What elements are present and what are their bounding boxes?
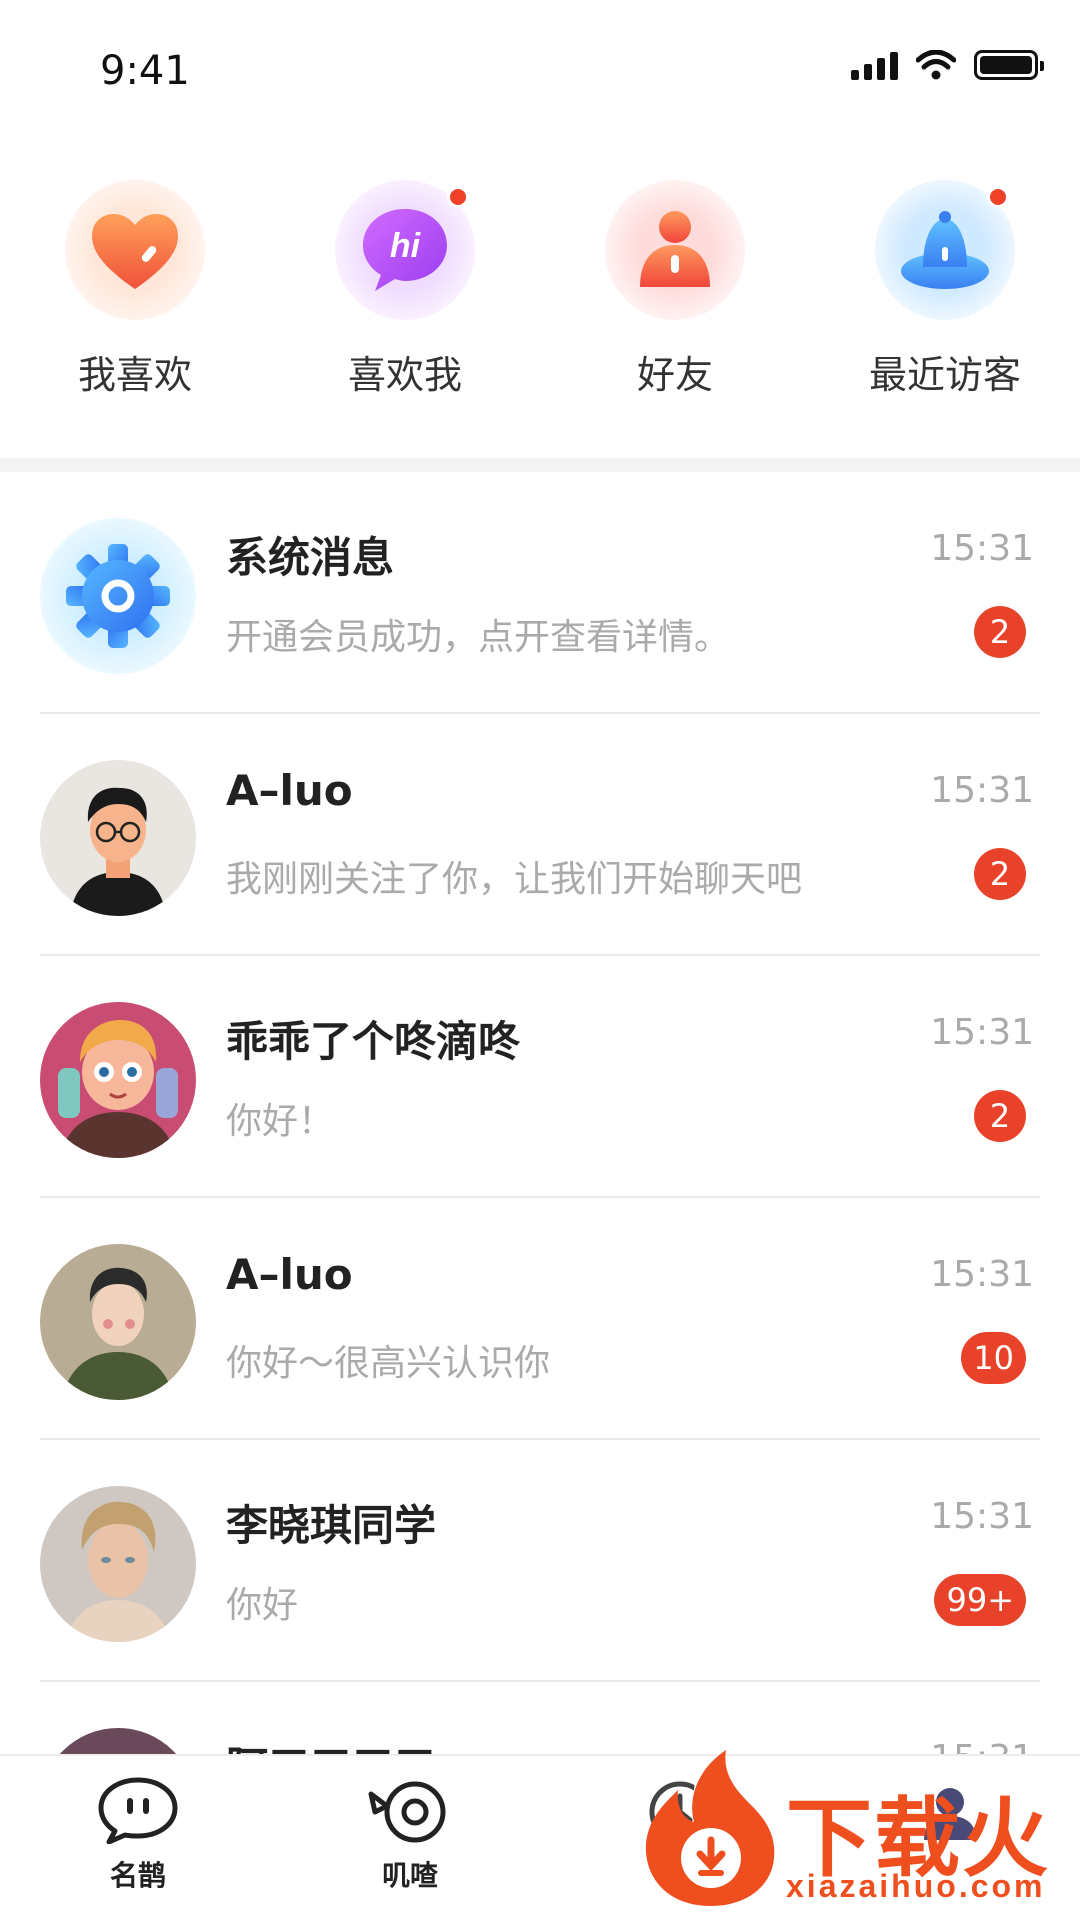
message-time: 15:31 [930,1496,1034,1537]
unread-badge: 2 [974,1090,1026,1142]
chat-bubble-icon [98,1777,178,1844]
quick-entries: 我喜欢 hi 喜欢我 好友 最近访客 [0,180,1080,397]
notification-dot [447,186,469,208]
quick-entry-likes-me[interactable]: hi 喜欢我 [305,180,505,399]
fire-logo-icon [645,1750,775,1906]
quick-entry-label: 喜欢我 [347,353,462,397]
message-sender: A–luo [226,766,353,815]
unread-badge: 99+ [934,1574,1026,1626]
message-sender: 李晓琪同学 [226,1501,437,1550]
status-time: 9:41 [100,48,190,94]
user-avatar [40,760,196,916]
message-row-system[interactable]: 系统消息 15:31 开通会员成功，点开查看详情。 2 [0,472,1080,714]
quick-entry-i-like[interactable]: 我喜欢 [35,180,235,399]
message-preview: 你好 [226,1585,299,1626]
unread-badge: 2 [974,848,1026,900]
svg-text:hi: hi [390,227,422,265]
tab-label: 名鹊 [109,1859,166,1892]
message-preview: 我刚刚关注了你，让我们开始聊天吧 [226,859,803,900]
message-preview: 你好～很高兴认识你 [226,1343,551,1384]
user-avatar [40,1244,196,1400]
message-time: 15:31 [930,1254,1034,1295]
unread-badge: 10 [961,1332,1026,1384]
quick-entry-recent-visitors[interactable]: 最近访客 [845,180,1045,399]
quick-entry-label: 我喜欢 [77,353,192,397]
user-avatar [40,1486,196,1642]
message-sender: 阿五五五五 [226,1734,436,1754]
tab-mingque[interactable]: 名鹊 [48,1776,228,1894]
cellular-signal-icon [851,50,898,80]
message-time: 15:31 [930,528,1034,569]
tab-label: 叽喳 [381,1859,438,1892]
notification-dot [987,186,1009,208]
user-avatar [40,1002,196,1158]
message-row[interactable]: A–luo 15:31 我刚刚关注了你，让我们开始聊天吧 2 [0,714,1080,956]
quick-entry-label: 最近访客 [868,353,1021,397]
message-time: 15:31 [930,770,1034,811]
unread-badge: 2 [974,606,1026,658]
bird-icon [368,1781,446,1843]
quick-entry-friends[interactable]: 好友 [575,180,775,399]
message-row[interactable]: 李晓琪同学 15:31 你好 99+ [0,1440,1080,1682]
gear-icon [66,544,170,648]
hi-bubble-icon: hi [363,209,447,291]
wifi-icon [916,50,956,80]
message-list[interactable]: 系统消息 15:31 开通会员成功，点开查看详情。 2 A–luo 15:31 … [0,472,1080,1754]
avatar-illustration [70,787,166,916]
system-avatar [40,518,196,674]
watermark-logo: 下载火 xiazaihuo.com [636,1740,1076,1920]
message-preview: 开通会员成功，点开查看详情。 [226,617,731,658]
message-preview: 你好！ [226,1101,335,1142]
user-avatar [40,1728,196,1754]
tab-jizha[interactable]: 叽喳 [320,1776,500,1894]
message-row[interactable]: 乖乖了个咚滴咚 15:31 你好！ 2 [0,956,1080,1198]
friend-icon [640,211,710,287]
avatar-illustration [62,1267,174,1400]
avatar-illustration [58,1020,178,1158]
quick-entry-label: 好友 [636,353,713,397]
avatar-illustration [66,1501,170,1642]
battery-icon [974,50,1044,80]
bell-visitor-icon [901,211,989,289]
section-divider [0,458,1080,472]
message-sender: 乖乖了个咚滴咚 [226,1017,521,1066]
message-row[interactable]: A–luo 15:31 你好～很高兴认识你 10 [0,1198,1080,1440]
status-bar: 9:41 [0,0,1080,140]
message-sender: 系统消息 [226,533,395,582]
message-time: 15:31 [930,1012,1034,1053]
watermark-url: xiazaihuo.com [786,1868,1046,1904]
status-icons [851,50,1044,80]
message-sender: A–luo [226,1250,353,1299]
heart-icon [92,213,178,289]
